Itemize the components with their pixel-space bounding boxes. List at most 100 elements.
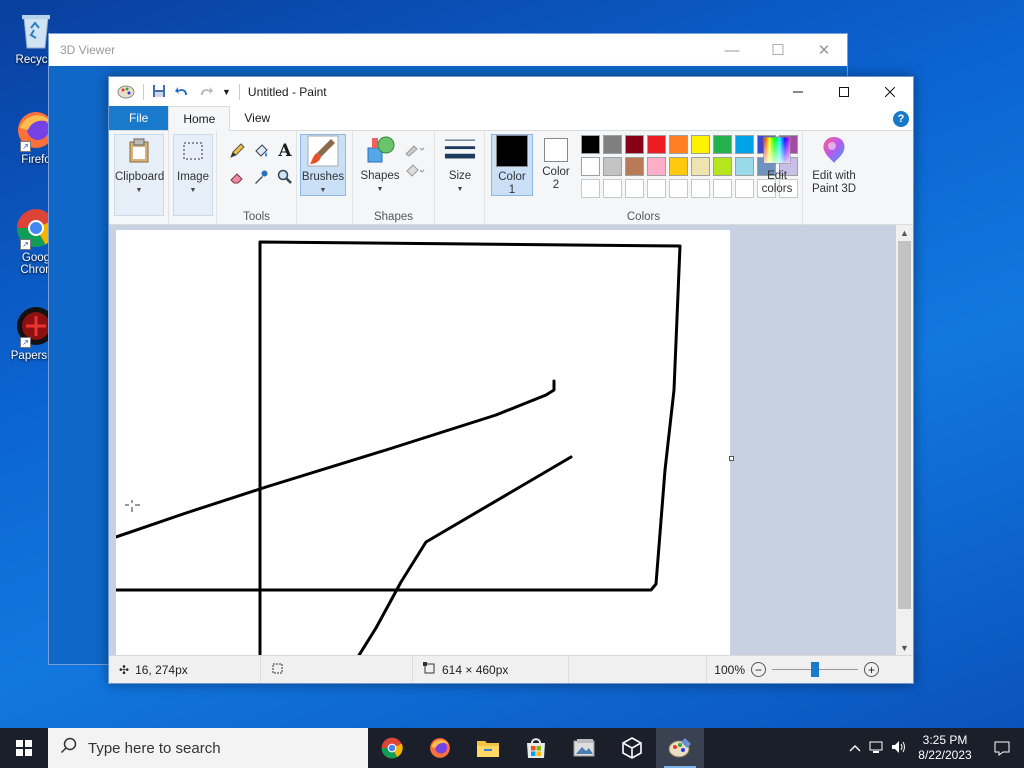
color2-button[interactable]: Color 2 xyxy=(535,134,577,196)
taskbar-photos[interactable] xyxy=(560,728,608,768)
canvas-size: 614 × 460px xyxy=(413,656,569,683)
edit-with-paint3d-button[interactable]: Edit with Paint 3D xyxy=(805,134,863,196)
customize-toolbar-icon[interactable]: ▼ xyxy=(222,87,231,97)
palette-swatch[interactable] xyxy=(713,135,732,154)
palette-swatch[interactable] xyxy=(735,157,754,176)
clipboard-icon xyxy=(123,135,155,167)
network-icon[interactable] xyxy=(866,740,888,757)
palette-swatch[interactable] xyxy=(647,157,666,176)
close-button[interactable] xyxy=(867,77,913,107)
scroll-down-icon[interactable]: ▼ xyxy=(896,640,913,656)
custom-color-slot[interactable] xyxy=(625,179,644,198)
palette-swatch[interactable] xyxy=(713,157,732,176)
file-explorer-icon xyxy=(477,741,499,757)
maximize-button[interactable] xyxy=(821,77,867,107)
custom-color-slot[interactable] xyxy=(713,179,732,198)
taskbar-paint[interactable] xyxy=(656,728,704,768)
fill-icon[interactable] xyxy=(403,161,427,181)
select-icon xyxy=(177,135,209,167)
tab-view[interactable]: View xyxy=(230,106,284,130)
palette-swatch[interactable] xyxy=(581,157,600,176)
zoom-slider-thumb[interactable] xyxy=(811,662,819,677)
maximize-button[interactable]: ☐ xyxy=(755,41,801,59)
shapes-icon xyxy=(364,134,396,166)
taskbar-search[interactable]: Type here to search xyxy=(48,728,368,768)
canvas-resize-handle[interactable] xyxy=(729,456,734,461)
color1-button[interactable]: Color 1 xyxy=(491,134,533,196)
custom-color-slot[interactable] xyxy=(691,179,710,198)
custom-color-slot[interactable] xyxy=(669,179,688,198)
palette-swatch[interactable] xyxy=(669,157,688,176)
palette-swatch[interactable] xyxy=(603,157,622,176)
help-icon[interactable]: ? xyxy=(893,111,909,127)
dropdown-arrow-icon: ▼ xyxy=(135,187,143,194)
custom-color-slot[interactable] xyxy=(603,179,622,198)
tray-chevron-icon[interactable] xyxy=(844,741,866,755)
drawing-canvas[interactable] xyxy=(114,230,730,656)
paint-window[interactable]: ▼ Untitled - Paint File Home View ? Clip… xyxy=(108,76,914,684)
taskbar: Type here to search 3:25 PM 8/22/2023 xyxy=(0,728,1024,768)
palette-swatch[interactable] xyxy=(669,135,688,154)
canvas-drawing xyxy=(114,240,682,656)
image-button[interactable]: Image ▼ xyxy=(173,134,213,216)
palette-swatch[interactable] xyxy=(603,135,622,154)
tab-file[interactable]: File xyxy=(109,106,169,130)
size-button[interactable]: Size ▼ xyxy=(438,134,482,196)
group-label: Colors xyxy=(626,211,661,223)
fill-bucket-icon[interactable] xyxy=(251,141,271,161)
selection-size xyxy=(261,656,413,683)
ribbon: Clipboard ▼ Image ▼ A Tools Brushes ▼ Sh… xyxy=(109,131,913,225)
redo-icon[interactable] xyxy=(198,84,214,101)
stroke-lower-path xyxy=(356,455,573,656)
taskbar-store[interactable] xyxy=(512,728,560,768)
zoom-in-icon[interactable]: + xyxy=(864,662,879,677)
zoom-out-icon[interactable]: − xyxy=(751,662,766,677)
taskbar-chrome[interactable] xyxy=(368,728,416,768)
custom-color-slot[interactable] xyxy=(581,179,600,198)
outline-icon[interactable] xyxy=(403,139,427,159)
dropdown-arrow-icon: ▼ xyxy=(319,187,327,194)
text-icon[interactable]: A xyxy=(275,141,295,161)
clock[interactable]: 3:25 PM 8/22/2023 xyxy=(910,733,980,763)
palette-swatch[interactable] xyxy=(735,135,754,154)
custom-color-slot[interactable] xyxy=(647,179,666,198)
scroll-up-icon[interactable]: ▲ xyxy=(896,225,913,241)
palette-swatch[interactable] xyxy=(691,157,710,176)
scrollbar-thumb[interactable] xyxy=(898,241,911,609)
palette-swatch[interactable] xyxy=(691,135,710,154)
magnifier-icon[interactable] xyxy=(275,167,295,187)
custom-color-slot[interactable] xyxy=(735,179,754,198)
minimize-button[interactable] xyxy=(775,77,821,107)
tab-home[interactable]: Home xyxy=(168,106,231,131)
palette-swatch[interactable] xyxy=(625,135,644,154)
shapes-button[interactable]: Shapes ▼ xyxy=(357,134,403,196)
vertical-scrollbar[interactable]: ▲ ▼ xyxy=(896,225,913,656)
3d-viewer-title-bar[interactable]: 3D Viewer — ☐ ✕ xyxy=(49,34,847,66)
minimize-button[interactable]: — xyxy=(709,42,755,59)
dropdown-arrow-icon: ▼ xyxy=(456,186,464,193)
notifications-icon[interactable] xyxy=(980,740,1024,756)
save-icon[interactable] xyxy=(152,84,166,101)
taskbar-file-explorer[interactable] xyxy=(464,728,512,768)
palette-swatch[interactable] xyxy=(647,135,666,154)
palette-swatch[interactable] xyxy=(581,135,600,154)
zoom-slider[interactable] xyxy=(772,662,858,677)
palette-swatch[interactable] xyxy=(625,157,644,176)
window-title: Untitled - Paint xyxy=(247,85,327,99)
window-title: 3D Viewer xyxy=(60,43,116,57)
undo-icon[interactable] xyxy=(174,84,190,101)
pencil-icon[interactable] xyxy=(227,141,247,161)
volume-icon[interactable] xyxy=(888,740,910,757)
clipboard-button[interactable]: Clipboard ▼ xyxy=(114,134,164,216)
eraser-icon[interactable] xyxy=(227,167,247,187)
paint-title-bar[interactable]: ▼ Untitled - Paint xyxy=(109,77,913,107)
taskbar-3d-viewer[interactable] xyxy=(608,728,656,768)
brushes-button[interactable]: Brushes ▼ xyxy=(300,134,346,196)
start-button[interactable] xyxy=(0,728,48,768)
color-picker-icon[interactable] xyxy=(251,167,271,187)
store-icon xyxy=(527,738,545,758)
taskbar-firefox[interactable] xyxy=(416,728,464,768)
search-icon xyxy=(60,737,78,759)
edit-colors-button[interactable]: Edit colors xyxy=(755,134,799,196)
close-button[interactable]: ✕ xyxy=(801,41,847,59)
